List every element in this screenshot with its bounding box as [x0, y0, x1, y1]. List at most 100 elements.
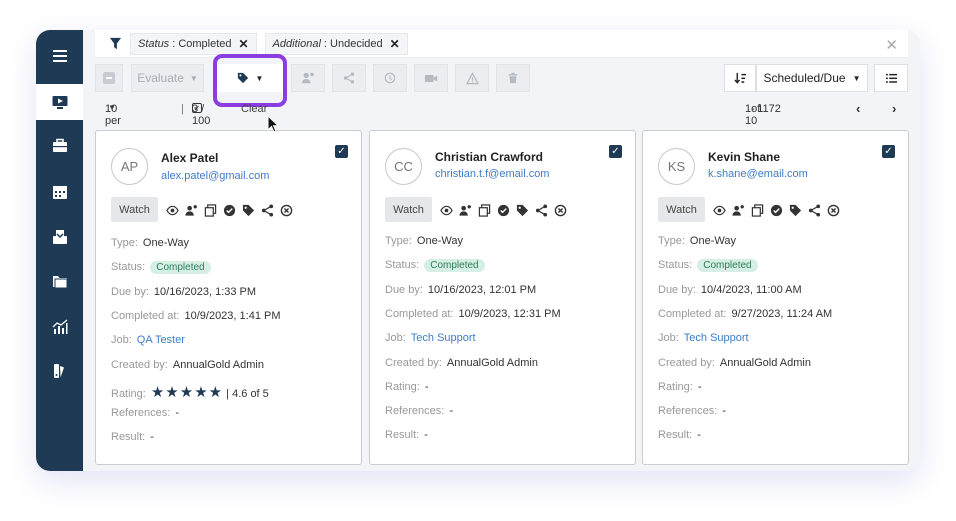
selected-count-text: 3 / 100: [192, 103, 211, 127]
delete-button[interactable]: [496, 64, 530, 92]
cancel-circle-icon[interactable]: [279, 203, 293, 217]
candidate-email[interactable]: alex.patel@gmail.com: [161, 170, 269, 182]
avatar: AP: [111, 148, 148, 185]
clear-filters-icon[interactable]: ✕: [885, 36, 898, 54]
rating-stars: ★★★★★: [150, 384, 224, 401]
status-row: Status: Completed: [111, 261, 211, 274]
candidate-name[interactable]: Alex Patel: [161, 151, 218, 165]
select-all-checkbox[interactable]: [95, 64, 123, 92]
remove-filter-icon[interactable]: ✕: [390, 37, 400, 51]
copy-icon[interactable]: [750, 203, 764, 217]
sidebar-item-branding[interactable]: [36, 353, 83, 389]
rating-row: Rating: -: [658, 381, 702, 393]
cancel-circle-icon[interactable]: [826, 203, 840, 217]
calendar-icon: [52, 186, 67, 199]
job-link[interactable]: Tech Support: [684, 332, 749, 344]
sidebar-item-inbox[interactable]: [36, 219, 83, 255]
completed-at-row: Completed at: 10/9/2023, 12:31 PM: [385, 308, 561, 320]
status-badge: Completed: [697, 259, 758, 272]
sidebar-item-folders[interactable]: [36, 263, 83, 299]
share-button[interactable]: [332, 64, 366, 92]
type-row: Type: One-Way: [111, 237, 189, 249]
share-icon[interactable]: [807, 203, 821, 217]
check-circle-icon[interactable]: [222, 203, 236, 217]
card-checkbox[interactable]: ✓: [335, 145, 348, 158]
copy-icon[interactable]: [477, 203, 491, 217]
sidebar-item-jobs[interactable]: [36, 128, 83, 164]
view-icon[interactable]: [165, 203, 179, 217]
candidate-card[interactable]: CC Christian Crawford christian.t.f@emai…: [369, 130, 636, 465]
status-badge: Completed: [424, 259, 485, 272]
assign-user-icon[interactable]: [184, 203, 198, 217]
tag-icon[interactable]: [515, 203, 529, 217]
candidate-name[interactable]: Kevin Shane: [708, 150, 780, 164]
per-page-select[interactable]: 10 per page ▼: [105, 103, 129, 139]
filter-icon: [109, 37, 122, 50]
warning-icon: [465, 71, 479, 84]
cancel-circle-icon[interactable]: [553, 203, 567, 217]
tag-icon[interactable]: [788, 203, 802, 217]
evaluate-button[interactable]: Evaluate ▼: [131, 64, 204, 92]
schedule-button[interactable]: [373, 64, 407, 92]
share-icon[interactable]: [260, 203, 274, 217]
candidate-email[interactable]: k.shane@email.com: [708, 168, 808, 180]
share-icon: [343, 72, 355, 84]
remove-filter-icon[interactable]: ✕: [239, 37, 249, 51]
flag-warning-button[interactable]: [455, 64, 489, 92]
filter-value: Undecided: [330, 37, 383, 50]
main-content: Status: Completed ✕ Additional: Undecided…: [83, 30, 920, 471]
caret-down-icon: ▼: [852, 73, 861, 83]
due-by-row: Due by: 10/4/2023, 11:00 AM: [658, 284, 802, 296]
candidate-email[interactable]: christian.t.f@email.com: [435, 168, 549, 180]
sidebar-item-analytics[interactable]: [36, 309, 83, 345]
sort-field-select[interactable]: Scheduled/Due ▼: [756, 64, 868, 92]
completed-at-row: Completed at: 10/9/2023, 1:41 PM: [111, 310, 281, 322]
clear-selection-link[interactable]: Clear: [241, 103, 267, 115]
tag-button-highlight: [213, 54, 287, 107]
rating-text: -: [424, 381, 429, 393]
list-view-button[interactable]: [874, 64, 908, 92]
type-row: Type: One-Way: [658, 235, 736, 247]
candidate-card[interactable]: AP Alex Patel alex.patel@gmail.com ✓ Wat…: [95, 130, 362, 465]
candidate-name[interactable]: Christian Crawford: [435, 150, 543, 164]
prev-page-icon[interactable]: ‹: [856, 101, 860, 116]
check-circle-icon[interactable]: [769, 203, 783, 217]
rating-text: 4.6 of 5: [232, 388, 269, 400]
menu-icon[interactable]: [36, 38, 83, 74]
sidebar-item-interviews[interactable]: [36, 84, 83, 120]
view-icon[interactable]: [712, 203, 726, 217]
tag-icon[interactable]: [241, 203, 255, 217]
sort-direction-button[interactable]: [724, 64, 756, 92]
watch-button[interactable]: Watch: [111, 197, 158, 222]
assign-user-icon[interactable]: [731, 203, 745, 217]
rating-text: -: [697, 381, 702, 393]
assign-user-button[interactable]: [291, 64, 325, 92]
sidebar-item-calendar[interactable]: [36, 174, 83, 210]
caret-down-icon: ▼: [189, 73, 198, 83]
watch-button[interactable]: Watch: [658, 197, 705, 222]
video-button[interactable]: [414, 64, 448, 92]
view-icon[interactable]: [439, 203, 453, 217]
filter-key: Status: [138, 37, 170, 50]
filter-value: Completed: [178, 37, 232, 50]
video-icon: [424, 74, 438, 82]
filter-chip-additional: Additional: Undecided ✕: [264, 32, 408, 55]
job-link[interactable]: Tech Support: [411, 332, 476, 344]
copy-icon[interactable]: [203, 203, 217, 217]
toolbar: Evaluate ▼ ▼ Scheduled/Due ▼: [95, 54, 908, 107]
due-by-row: Due by: 10/16/2023, 1:33 PM: [111, 286, 257, 298]
assign-user-icon[interactable]: [458, 203, 472, 217]
candidate-card[interactable]: KS Kevin Shane k.shane@email.com ✓ Watch…: [642, 130, 909, 465]
next-page-icon[interactable]: ›: [892, 101, 896, 116]
card-checkbox[interactable]: ✓: [882, 145, 895, 158]
job-link[interactable]: QA Tester: [137, 334, 185, 346]
trash-icon: [508, 72, 518, 84]
card-checkbox[interactable]: ✓: [609, 145, 622, 158]
share-icon[interactable]: [534, 203, 548, 217]
check-circle-icon[interactable]: [496, 203, 510, 217]
watch-button[interactable]: Watch: [385, 197, 432, 222]
completed-at-row: Completed at: 9/27/2023, 11:24 AM: [658, 308, 833, 320]
monitor-icon: [52, 96, 67, 109]
page-range: 1-10 of 1172: [745, 103, 781, 127]
caret-down-icon: ▼: [108, 103, 116, 112]
